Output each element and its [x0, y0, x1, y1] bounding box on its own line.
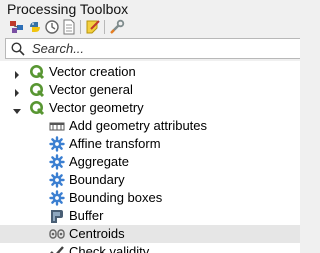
algorithm-label: Boundary [69, 172, 125, 187]
gear-icon [49, 190, 65, 206]
chevron-right-icon[interactable] [12, 85, 22, 97]
toolbar-separator [80, 20, 81, 34]
tree-group-label: Vector geometry [49, 100, 144, 115]
tree-item-boundary[interactable]: Boundary [0, 171, 300, 189]
tree-group-vector-geometry[interactable]: Vector geometry [0, 99, 300, 117]
algorithm-label: Centroids [69, 226, 125, 241]
python-scripts-icon[interactable] [27, 19, 43, 35]
qgis-logo-icon [29, 64, 45, 80]
algorithm-label: Bounding boxes [69, 190, 163, 205]
search-icon [11, 42, 25, 56]
tree-group-vector-creation[interactable]: Vector creation [0, 63, 300, 81]
gear-icon [49, 136, 65, 152]
qgis-logo-icon [29, 82, 45, 98]
chevron-down-icon[interactable] [12, 103, 22, 114]
gear-icon [49, 154, 65, 170]
tree-item-aggregate[interactable]: Aggregate [0, 153, 300, 171]
tree-item-bounding-boxes[interactable]: Bounding boxes [0, 189, 300, 207]
toolbar-separator [104, 20, 105, 34]
tree-item-buffer[interactable]: Buffer [0, 207, 300, 225]
algorithm-label: Add geometry attributes [69, 118, 208, 133]
options-icon[interactable] [109, 19, 125, 35]
panel-title: Processing Toolbox [7, 1, 129, 17]
centroids-icon [49, 226, 65, 242]
algorithm-label: Check validity [69, 244, 150, 253]
run-model-icon[interactable] [9, 19, 25, 35]
algorithm-tree: Vector creation Vector general Vector ge… [0, 61, 300, 253]
tree-item-affine-transform[interactable]: Affine transform [0, 135, 300, 153]
algorithm-label: Aggregate [69, 154, 129, 169]
search-input[interactable] [32, 40, 292, 57]
chevron-right-icon[interactable] [12, 67, 22, 79]
history-icon[interactable] [44, 19, 60, 35]
gear-icon [49, 172, 65, 188]
buffer-icon [49, 208, 65, 224]
tree-group-label: Vector creation [49, 64, 136, 79]
tree-item-add-geometry-attributes[interactable]: Add geometry attributes [0, 117, 300, 135]
edit-features-in-place-icon[interactable] [85, 19, 101, 35]
field-calculator-icon [49, 118, 65, 134]
tree-item-centroids[interactable]: Centroids [0, 225, 300, 243]
check-validity-icon [49, 244, 65, 253]
qgis-logo-icon [29, 100, 45, 116]
results-viewer-icon[interactable] [61, 19, 77, 35]
algorithm-label: Affine transform [69, 136, 161, 151]
toolbar [0, 19, 300, 36]
tree-item-check-validity[interactable]: Check validity [0, 243, 300, 253]
tree-group-label: Vector general [49, 82, 133, 97]
search-box [5, 38, 300, 59]
tree-group-vector-general[interactable]: Vector general [0, 81, 300, 99]
algorithm-label: Buffer [69, 208, 104, 223]
